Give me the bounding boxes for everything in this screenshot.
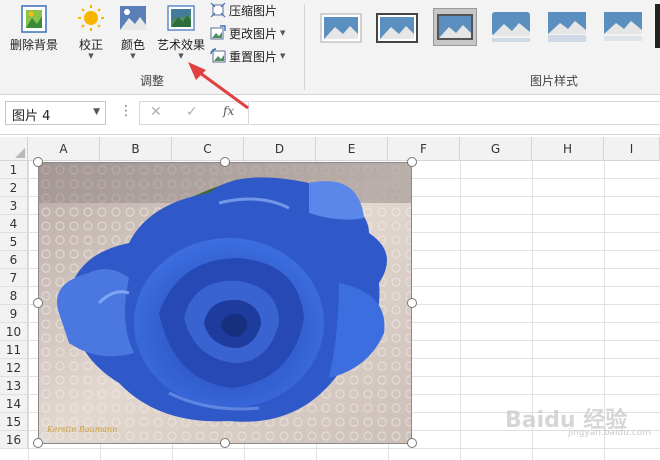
sun-icon [78,5,104,31]
color-button[interactable]: 颜色 ▼ [114,0,152,68]
change-picture-label: 更改图片 [229,26,278,41]
color-dropdown-icon: ▼ [130,52,136,60]
row-header-2[interactable]: 2 [0,179,28,197]
row-header-9[interactable]: 9 [0,305,28,323]
resize-handle-top-left[interactable] [33,157,43,167]
group-separator [304,4,305,90]
row-header-8[interactable]: 8 [0,287,28,305]
corrections-dropdown-icon: ▼ [88,52,94,60]
picture-style-2[interactable] [375,8,419,46]
picture-styles-group-label: 图片样式 [530,74,579,88]
row-header-16[interactable]: 16 [0,431,28,449]
row-header-12[interactable]: 12 [0,359,28,377]
picture-style-1[interactable] [319,8,363,46]
color-label: 颜色 [120,38,145,52]
corrections-label: 校正 [78,38,103,52]
artistic-effects-button[interactable]: 艺术效果 ▼ [154,0,208,68]
formula-controls: ✕ ✓ fx [139,101,249,125]
picture-style-4[interactable] [489,8,533,46]
remove-background-button[interactable]: 删除背景 [4,0,64,68]
remove-background-icon [21,5,47,33]
row-header-11[interactable]: 11 [0,341,28,359]
name-box-value: 图片 4 [12,109,51,124]
color-icon [120,6,146,30]
column-header-f[interactable]: F [388,137,460,161]
insert-function-button[interactable]: fx [223,104,234,118]
select-all-button[interactable] [0,137,28,161]
remove-background-label: 删除背景 [9,38,58,52]
style-thumbnail-icon [548,12,586,42]
reset-picture-button[interactable]: 重置图片 ▼ [210,46,285,66]
resize-handle-top-right[interactable] [407,157,417,167]
ribbon: 删除背景 校正 ▼ 颜色 ▼ 艺术效果 ▼ 压缩图片 更改图片 ▼ 重置图片 ▼… [0,0,660,95]
row-header-15[interactable]: 15 [0,413,28,431]
column-header-d[interactable]: D [244,137,316,161]
column-header-i[interactable]: I [604,137,660,161]
row-header-3[interactable]: 3 [0,197,28,215]
row-header-14[interactable]: 14 [0,395,28,413]
column-header-b[interactable]: B [100,137,172,161]
formula-bar: 图片 4 ▼ ⋮ ✕ ✓ fx [0,95,660,135]
reset-picture-dropdown-icon: ▼ [280,52,286,60]
artistic-effects-dropdown-icon: ▼ [178,52,184,60]
style-thumbnail-icon [604,12,642,41]
resize-handle-bottom[interactable] [220,438,230,448]
picture-styles-gallery [313,2,660,68]
row-header-13[interactable]: 13 [0,377,28,395]
gallery-scroll-edge [655,4,660,48]
column-header-c[interactable]: C [172,137,244,161]
baidu-watermark-url: jingyan.baidu.com [568,428,652,438]
column-header-h[interactable]: H [532,137,604,161]
style-thumbnail-icon [320,13,362,43]
row-header-10[interactable]: 10 [0,323,28,341]
compress-pictures-button[interactable]: 压缩图片 [210,0,277,20]
artistic-effects-icon [167,5,195,31]
change-picture-button[interactable]: 更改图片 ▼ [210,23,285,43]
select-all-icon [15,148,25,158]
name-box[interactable]: 图片 4 ▼ [5,101,106,125]
compress-pictures-label: 压缩图片 [229,3,278,18]
corrections-button[interactable]: 校正 ▼ [72,0,110,68]
formula-input[interactable] [250,101,660,125]
resize-handle-bottom-right[interactable] [407,438,417,448]
rose-picture[interactable]: Kerstin Baumann [38,162,412,444]
row-header-6[interactable]: 6 [0,251,28,269]
change-picture-dropdown-icon: ▼ [280,29,286,37]
picture-style-6[interactable] [601,8,645,46]
row-header-1[interactable]: 1 [0,161,28,179]
name-box-dropdown-icon[interactable]: ▼ [93,107,100,117]
more-icon: ⋮ [119,103,133,119]
picture-style-3[interactable] [433,8,477,46]
compress-icon [210,2,226,18]
style-thumbnail-icon [492,12,530,42]
row-header-7[interactable]: 7 [0,269,28,287]
resize-handle-left[interactable] [33,298,43,308]
picture-signature: Kerstin Baumann [47,425,118,434]
row-header-4[interactable]: 4 [0,215,28,233]
blue-rose-image [39,163,411,443]
row-header-5[interactable]: 5 [0,233,28,251]
reset-picture-icon [210,48,226,63]
cancel-icon[interactable]: ✕ [150,104,162,120]
style-thumbnail-icon [376,13,418,43]
resize-handle-top[interactable] [220,157,230,167]
column-header-g[interactable]: G [460,137,532,161]
resize-handle-right[interactable] [407,298,417,308]
style-thumbnail-icon [437,14,473,40]
resize-handle-bottom-left[interactable] [33,438,43,448]
change-picture-icon [210,25,226,40]
reset-picture-label: 重置图片 [229,49,278,64]
adjust-group-label: 调整 [140,74,165,88]
enter-icon[interactable]: ✓ [186,104,198,120]
picture-style-5[interactable] [545,8,589,46]
column-header-e[interactable]: E [316,137,388,161]
artistic-effects-label: 艺术效果 [156,38,205,52]
